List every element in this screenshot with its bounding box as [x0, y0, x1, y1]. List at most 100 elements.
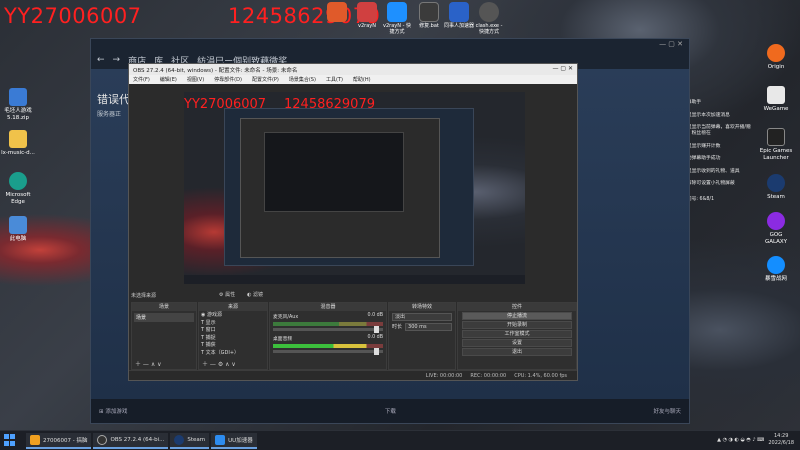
sources-panel: 来源 ◉ 游戏源 T 显示 T 窗口 T 捕捉 T 捕获 T 文本（GDI+） …	[198, 302, 268, 370]
properties-button[interactable]: ⚙ 属性	[219, 291, 235, 298]
source-item[interactable]: T 显示	[201, 320, 265, 328]
uu-icon	[215, 434, 226, 445]
settings-button[interactable]: 设置	[462, 339, 572, 347]
studio-mode-button[interactable]: 工作室模式	[462, 330, 572, 338]
overlay-line: 房间号: 6&8/1	[682, 197, 715, 202]
source-buttons[interactable]: ＋ — ⚙ ∧ ∨	[202, 359, 236, 368]
gog-icon	[767, 212, 785, 230]
obs-window: OBS 27.2.4 (64-bit, windows) - 配置文件: 未命名…	[128, 63, 578, 381]
mixer-header: 混音器	[270, 303, 386, 311]
slider-handle[interactable]	[374, 348, 379, 355]
obs-menubar: 文件(F) 编辑(E) 视图(V) 停靠部件(D) 配置文件(P) 场景集合(S…	[129, 75, 577, 84]
window-controls-icon[interactable]: — ▢ ✕	[552, 65, 573, 72]
desktop-icon-epic[interactable]: Epic Games Launcher	[758, 128, 794, 162]
stop-streaming-button[interactable]: 停止播流	[462, 312, 572, 320]
desktop-icon-steam[interactable]: Steam	[758, 174, 794, 201]
menu-scene-collection[interactable]: 场景集合(S)	[289, 76, 316, 83]
add-game-button[interactable]: ⊞ 添加游戏	[99, 407, 127, 415]
origin-icon	[767, 44, 785, 62]
desktop-icon-v2rayn[interactable]: v2rayN	[352, 2, 382, 29]
desktop-icon-v2rayn-shortcut[interactable]: v2rayN - 快捷方式	[382, 2, 412, 35]
error-subtext: 服务器正	[97, 111, 122, 118]
taskbar-app-obs[interactable]: OBS 27.2.4 (64-bi...	[93, 432, 169, 449]
preview-watermark-right: 12458629079	[284, 97, 375, 112]
taskbar-app-uu[interactable]: UU加速器	[211, 432, 257, 449]
obs-title: OBS 27.2.4 (64-bit, windows) - 配置文件: 未命名…	[133, 67, 298, 74]
source-item[interactable]: ◉ 游戏源	[201, 312, 265, 320]
clock[interactable]: 14:29 2022/6/18	[768, 433, 794, 447]
desktop-icon-fix-bat[interactable]: 修复.bat	[414, 2, 444, 29]
epic-icon	[767, 128, 785, 146]
desktop-icon-this-pc[interactable]: 此电脑	[0, 216, 36, 243]
sources-header: 来源	[199, 303, 267, 311]
transition-select[interactable]: 淡出	[392, 313, 452, 321]
desktop: YY27006007 12458629079 v2rayN v2rayN - 快…	[0, 0, 800, 430]
steam-footer: ⊞ 添加游戏 下载 好友与聊天	[91, 399, 689, 423]
friends-chat-button[interactable]: 好友与聊天	[653, 407, 681, 415]
slider-handle[interactable]	[374, 326, 379, 333]
duration-input[interactable]: 300 ms	[405, 323, 452, 331]
source-item[interactable]: T 文本（GDI+）	[201, 350, 265, 358]
back-arrow-icon[interactable]: ←	[97, 55, 105, 65]
tray-icons[interactable]: ▲ ◔ ◑ ◐ ◒ ◓ ♪ ⌨	[717, 437, 764, 443]
source-item[interactable]: T 捕获	[201, 342, 265, 350]
forward-arrow-icon[interactable]: →	[113, 55, 121, 65]
desktop-icon-origin[interactable]: Origin	[758, 44, 794, 71]
overlay-line: 启动弹幕助手成功	[682, 156, 721, 161]
window-controls-icon[interactable]: — ▢ ✕	[659, 40, 683, 48]
taskbar: 27006007 - 搞脑 OBS 27.2.4 (64-bi... Steam…	[0, 430, 800, 450]
windows-start-icon[interactable]	[4, 433, 20, 448]
desktop-icon-accelerator[interactable]: 同事人加速器	[444, 2, 474, 29]
menu-tools[interactable]: 工具(T)	[326, 76, 343, 83]
preview-taskbar	[184, 275, 525, 284]
desktop-volume-slider[interactable]	[273, 348, 383, 355]
app-icon	[327, 2, 347, 22]
sources-list: ◉ 游戏源 T 显示 T 窗口 T 捕捉 T 捕获 T 文本（GDI+）	[199, 311, 267, 358]
mixer-panel: 混音器 麦克风/Aux 0.0 dB 桌面音频 0.0 dB	[269, 302, 387, 370]
zip-icon	[9, 88, 27, 106]
controls-header: 控件	[458, 303, 576, 311]
obs-preview[interactable]: YY27006007 12458629079	[184, 92, 525, 284]
overlay-line: 这里显示本次加速消息	[682, 112, 730, 118]
desktop-icon-lx-music[interactable]: lx-music-d...	[0, 130, 36, 157]
scenes-header: 场景	[132, 303, 196, 311]
filters-button[interactable]: ◐ 滤镜	[247, 291, 263, 298]
menu-view[interactable]: 视图(V)	[187, 76, 204, 83]
desktop-icon-battlenet[interactable]: 暴雪战网	[758, 256, 794, 283]
menu-help[interactable]: 帮助(H)	[353, 76, 371, 83]
source-item[interactable]: T 窗口	[201, 327, 265, 335]
start-recording-button[interactable]: 开始录制	[462, 321, 572, 329]
obs-titlebar[interactable]: OBS 27.2.4 (64-bit, windows) - 配置文件: 未命名…	[129, 64, 577, 75]
clash-icon	[479, 2, 499, 22]
scene-buttons[interactable]: ＋ — ∧ ∨	[135, 359, 162, 368]
desktop-icon-zip[interactable]: 毛坯人游戏 5.18.zip	[0, 88, 36, 122]
downloads-button[interactable]: 下载	[385, 407, 396, 415]
rec-timer: REC: 00:00:00	[470, 372, 507, 379]
overlay-line: 这里显示当前弹幕，喜欢开播/赠送，粉丝榜在	[682, 125, 751, 136]
menu-edit[interactable]: 编辑(E)	[160, 76, 177, 83]
preview-watermark-left: YY27006007	[184, 97, 267, 112]
desktop-icon-clash[interactable]: clash.exe - 快捷方式	[474, 2, 504, 35]
desktop-icon-gog[interactable]: GOG GALAXY	[758, 212, 794, 246]
desktop-icon-1[interactable]	[322, 2, 352, 23]
wegame-icon	[767, 86, 785, 104]
taskbar-app-steam[interactable]: Steam	[170, 432, 210, 449]
steam-titlebar[interactable]: — ▢ ✕	[91, 39, 689, 51]
menu-file[interactable]: 文件(F)	[133, 76, 150, 83]
exit-button[interactable]: 退出	[462, 348, 572, 356]
overlay-line: 这里显示赚开计数	[682, 143, 721, 149]
edge-icon	[9, 172, 27, 190]
mic-volume-slider[interactable]	[273, 326, 383, 333]
duration-row: 时长 300 ms	[392, 323, 452, 331]
desktop-icon-edge[interactable]: Microsoft Edge	[0, 172, 36, 206]
taskbar-app-1[interactable]: 27006007 - 搞脑	[26, 432, 92, 449]
source-item[interactable]: T 捕捉	[201, 335, 265, 343]
scene-item[interactable]: 场景	[134, 313, 194, 322]
menu-docks[interactable]: 停靠部件(D)	[214, 76, 242, 83]
nested-preview	[264, 132, 404, 212]
system-tray: ▲ ◔ ◑ ◐ ◒ ◓ ♪ ⌨ 14:29 2022/6/18	[717, 433, 794, 447]
menu-profile[interactable]: 配置文件(P)	[252, 76, 279, 83]
desktop-icon-wegame[interactable]: WeGame	[758, 86, 794, 113]
transitions-header: 转场特效	[389, 303, 455, 311]
app-icon	[387, 2, 407, 22]
